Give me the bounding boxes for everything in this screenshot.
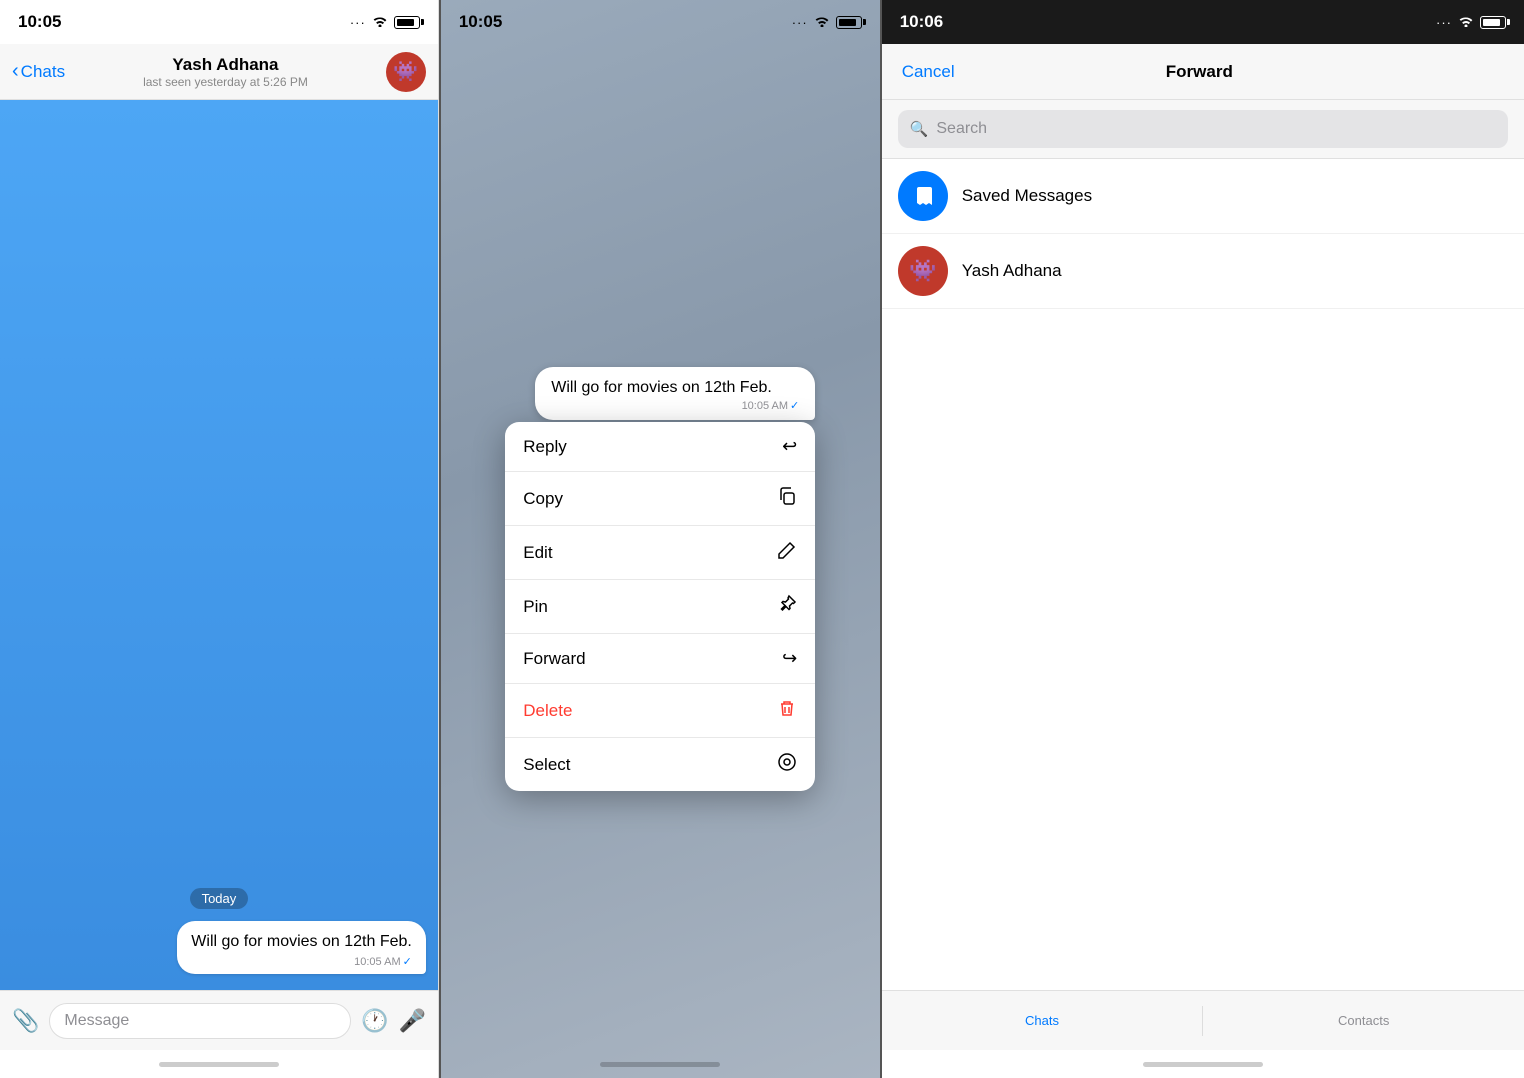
chat-nav-bar: ‹ Chats Yash Adhana last seen yesterday … — [0, 44, 438, 100]
context-menu-pin[interactable]: Pin — [505, 580, 815, 634]
home-bar-3 — [882, 1050, 1524, 1078]
status-icons-1: ··· — [350, 15, 420, 30]
search-bar[interactable]: 🔍 Search — [898, 110, 1508, 148]
chats-tab-label: Chats — [1025, 1013, 1059, 1028]
attachment-icon[interactable]: 📎 — [12, 1008, 39, 1034]
select-label: Select — [523, 755, 570, 775]
watermark: @地瓜说机 — [1449, 1049, 1514, 1068]
search-icon: 🔍 — [910, 120, 929, 138]
home-indicator-1 — [159, 1062, 279, 1067]
wifi-icon-3 — [1458, 15, 1474, 30]
context-menu: Reply ↩ Copy Edit — [505, 422, 815, 791]
copy-label: Copy — [523, 489, 563, 509]
status-time-2: 10:05 — [459, 12, 502, 32]
home-bar-1 — [0, 1050, 438, 1078]
search-placeholder: Search — [936, 120, 987, 138]
status-icons-2: ··· — [792, 15, 862, 30]
delete-label: Delete — [523, 701, 572, 721]
message-meta: 10:05 AM ✓ — [191, 955, 412, 968]
battery-icon-3 — [1480, 16, 1506, 29]
context-menu-forward[interactable]: Forward ↪ — [505, 634, 815, 684]
saved-messages-avatar — [898, 171, 948, 221]
back-label[interactable]: Chats — [21, 62, 65, 82]
forward-label: Forward — [523, 649, 585, 669]
edit-icon — [777, 540, 797, 565]
chat-subtitle: last seen yesterday at 5:26 PM — [143, 75, 308, 89]
status-bar-2: 10:05 ··· — [441, 0, 880, 44]
reply-icon: ↩ — [782, 436, 797, 457]
yash-adhana-name: Yash Adhana — [962, 261, 1062, 281]
chat-area: Today Will go for movies on 12th Feb. 10… — [0, 100, 438, 990]
forward-screen: 10:06 ··· Cancel Forward 🔍 Search — [882, 0, 1524, 1078]
bubble-preview-meta: 10:05 AM ✓ — [551, 399, 799, 412]
message-placeholder: Message — [64, 1012, 129, 1030]
edit-label: Edit — [523, 543, 552, 563]
status-bar-3: 10:06 ··· — [882, 0, 1524, 44]
message-text: Will go for movies on 12th Feb. — [191, 931, 412, 953]
context-menu-reply[interactable]: Reply ↩ — [505, 422, 815, 472]
bubble-preview-text: Will go for movies on 12th Feb. — [551, 379, 799, 397]
status-time-3: 10:06 — [900, 12, 943, 32]
contact-avatar-nav[interactable]: 👾 — [386, 52, 426, 92]
bubble-time: 10:05 AM — [742, 400, 788, 412]
context-menu-edit[interactable]: Edit — [505, 526, 815, 580]
forward-icon: ↪ — [782, 648, 797, 669]
date-badge: Today — [190, 888, 249, 909]
status-icons-3: ··· — [1436, 15, 1506, 30]
delete-icon — [777, 698, 797, 723]
read-checkmark-icon: ✓ — [403, 955, 412, 968]
select-icon — [777, 752, 797, 777]
battery-icon — [394, 16, 420, 29]
home-indicator-2 — [600, 1062, 720, 1067]
wifi-icon-2 — [814, 15, 830, 30]
bubble-preview: Will go for movies on 12th Feb. 10:05 AM… — [535, 367, 815, 420]
back-button[interactable]: ‹ Chats — [12, 60, 65, 83]
input-bar: 📎 Message 🕐 🎤 — [0, 990, 438, 1050]
signal-dots-icon-3: ··· — [1436, 15, 1452, 30]
cancel-button[interactable]: Cancel — [902, 62, 955, 82]
message-bubble[interactable]: Will go for movies on 12th Feb. 10:05 AM… — [177, 921, 426, 974]
tab-chats[interactable]: Chats — [882, 991, 1203, 1050]
context-menu-select[interactable]: Select — [505, 738, 815, 791]
signal-dots-icon: ··· — [350, 15, 366, 30]
context-menu-delete[interactable]: Delete — [505, 684, 815, 738]
copy-icon — [777, 486, 797, 511]
contact-list: Saved Messages 👾 Yash Adhana — [882, 159, 1524, 990]
contacts-tab-label: Contacts — [1338, 1013, 1389, 1028]
emoji-icon[interactable]: 🕐 — [361, 1008, 388, 1034]
wifi-icon — [372, 15, 388, 30]
context-menu-screen: 10:05 ··· Will go for movies on 12th Feb… — [441, 0, 880, 1078]
forward-nav-bar: Cancel Forward — [882, 44, 1524, 100]
context-container: Will go for movies on 12th Feb. 10:05 AM… — [505, 367, 815, 791]
status-bar-1: 10:05 ··· — [0, 0, 438, 44]
tab-contacts[interactable]: Contacts — [1203, 991, 1524, 1050]
home-bar-2 — [441, 1050, 880, 1078]
mic-icon[interactable]: 🎤 — [398, 1008, 425, 1034]
chat-screen: 10:05 ··· ‹ Chats Yash Adhana last seen … — [0, 0, 439, 1078]
reply-label: Reply — [523, 437, 566, 457]
yash-avatar: 👾 — [898, 246, 948, 296]
saved-messages-name: Saved Messages — [962, 186, 1092, 206]
pin-label: Pin — [523, 597, 548, 617]
pin-icon — [777, 594, 797, 619]
bubble-checkmark-icon: ✓ — [790, 399, 799, 412]
battery-icon-2 — [836, 16, 862, 29]
signal-dots-icon-2: ··· — [792, 15, 808, 30]
chat-title: Yash Adhana — [172, 55, 278, 75]
forward-title: Forward — [1166, 62, 1233, 82]
contact-yash-adhana[interactable]: 👾 Yash Adhana — [882, 234, 1524, 309]
back-arrow-icon: ‹ — [12, 60, 19, 83]
tab-bar: Chats Contacts — [882, 990, 1524, 1050]
message-input[interactable]: Message — [49, 1003, 351, 1039]
contact-saved-messages[interactable]: Saved Messages — [882, 159, 1524, 234]
avatar-emoji: 👾 — [393, 59, 418, 84]
yash-avatar-emoji: 👾 — [909, 258, 936, 284]
context-menu-copy[interactable]: Copy — [505, 472, 815, 526]
status-time-1: 10:05 — [18, 12, 61, 32]
nav-center: Yash Adhana last seen yesterday at 5:26 … — [73, 55, 378, 89]
search-bar-container: 🔍 Search — [882, 100, 1524, 159]
message-time: 10:05 AM — [354, 956, 400, 968]
home-indicator-3 — [1143, 1062, 1263, 1067]
